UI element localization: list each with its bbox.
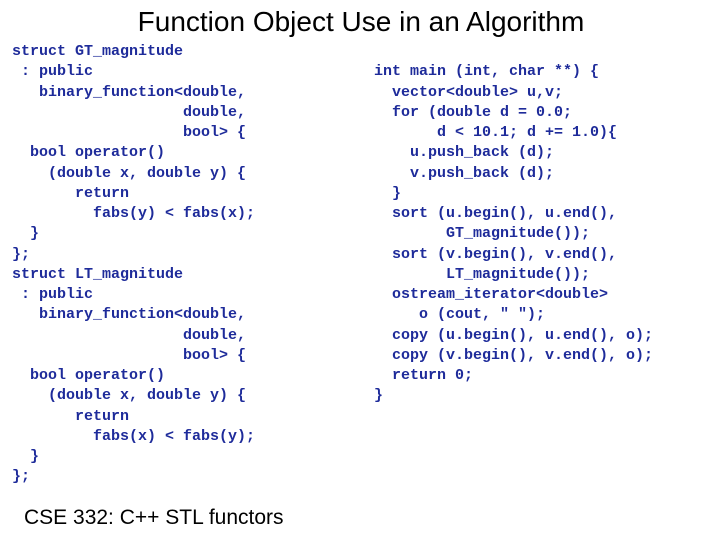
code-right: int main (int, char **) { vector<double>… [356, 42, 710, 488]
slide: Function Object Use in an Algorithm stru… [0, 0, 720, 540]
code-columns: struct GT_magnitude : public binary_func… [12, 42, 710, 488]
page-title: Function Object Use in an Algorithm [12, 6, 710, 38]
footer-text: CSE 332: C++ STL functors [24, 506, 284, 530]
code-left: struct GT_magnitude : public binary_func… [12, 42, 352, 488]
